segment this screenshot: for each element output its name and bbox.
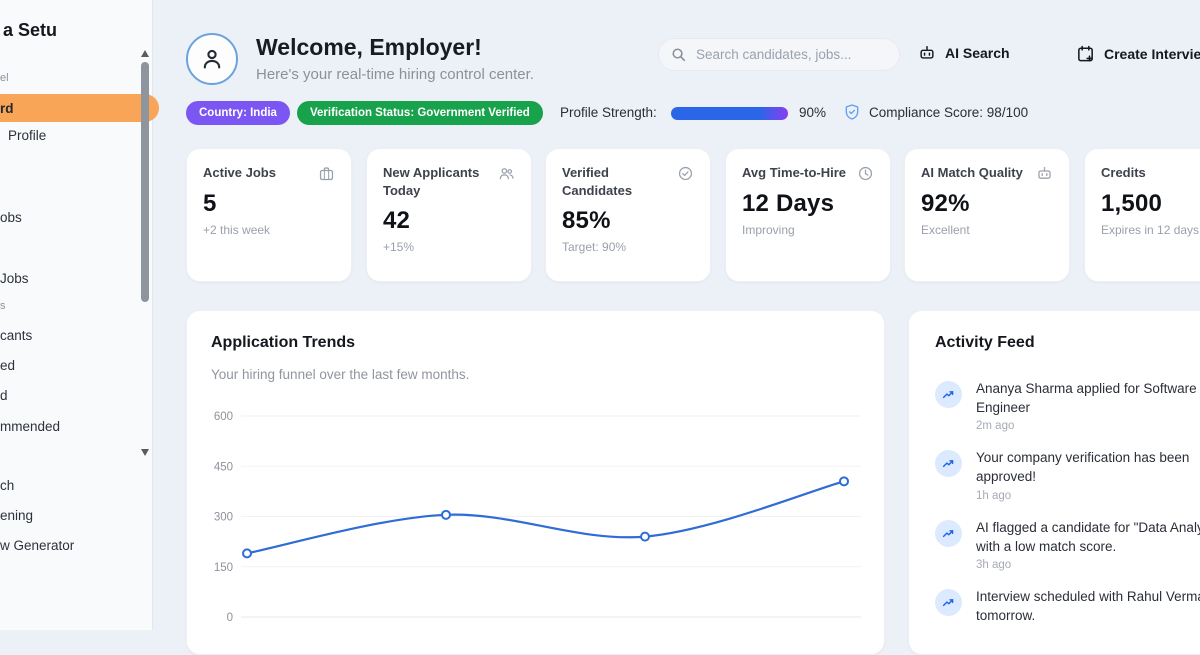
stat-card-new-applicants[interactable]: New Applicants Today 42 +15%: [366, 148, 532, 282]
sidebar-section-label: el: [0, 72, 9, 84]
trending-up-icon: [935, 589, 962, 616]
activity-item[interactable]: AI flagged a candidate for "Data Analyst…: [935, 518, 1200, 571]
sidebar-item[interactable]: w Generator: [0, 538, 74, 553]
create-interview-label: Create Interview: [1104, 46, 1200, 62]
activity-text: Your company verification has been appro…: [976, 448, 1200, 486]
trending-up-icon: [935, 381, 962, 408]
create-interview-button[interactable]: Create Interview: [1076, 44, 1200, 63]
person-icon: [199, 46, 225, 72]
users-icon: [498, 165, 515, 182]
stat-value: 5: [203, 190, 335, 218]
data-point[interactable]: [243, 549, 251, 557]
brand-title: a Setu: [3, 20, 57, 41]
sidebar-item[interactable]: Profile: [8, 128, 46, 143]
stat-value: 92%: [921, 190, 1053, 218]
robot-icon: [918, 44, 936, 62]
stat-card-ai-match-quality[interactable]: AI Match Quality 92% Excellent: [904, 148, 1070, 282]
sidebar-item[interactable]: obs: [0, 210, 22, 225]
y-axis-tick: 0: [227, 612, 233, 624]
data-point[interactable]: [641, 533, 649, 541]
activity-text: Interview scheduled with Rahul Verma for…: [976, 587, 1200, 625]
stat-title: Avg Time-to-Hire: [742, 164, 850, 182]
chart-subtitle: Your hiring funnel over the last few mon…: [211, 367, 469, 382]
sidebar-item[interactable]: cants: [0, 328, 32, 343]
activity-time: 2m ago: [976, 420, 1200, 432]
shield-check-icon: [843, 103, 861, 121]
search-input[interactable]: [694, 46, 878, 63]
stat-sub: Target: 90%: [562, 240, 694, 254]
stat-sub: Excellent: [921, 223, 1053, 237]
stat-card-avg-time-to-hire[interactable]: Avg Time-to-Hire 12 Days Improving: [725, 148, 891, 282]
stat-sub: Expires in 12 days: [1101, 223, 1200, 237]
stat-title: Verified Candidates: [562, 164, 677, 199]
briefcase-icon: [318, 165, 335, 182]
verification-badge: Verification Status: Government Verified: [297, 101, 543, 125]
trending-up-icon: [935, 520, 962, 547]
sidebar-item[interactable]: Jobs: [0, 271, 29, 286]
activity-feed-title: Activity Feed: [935, 334, 1200, 352]
sidebar-item[interactable]: mmended: [0, 419, 60, 434]
scroll-up-icon[interactable]: [141, 50, 149, 57]
compliance-score: Compliance Score: 98/100: [869, 105, 1028, 120]
trend-line: [247, 481, 844, 553]
stat-value: 12 Days: [742, 190, 874, 218]
application-trends-card: Application Trends Your hiring funnel ov…: [186, 310, 885, 655]
stat-title: Active Jobs: [203, 164, 280, 182]
scrollbar-thumb[interactable]: [141, 62, 149, 302]
trending-up-icon: [935, 450, 962, 477]
page-subtitle: Here's your real-time hiring control cen…: [256, 66, 534, 83]
activity-time: 3h ago: [976, 559, 1200, 571]
sidebar: a Setu el rd Profile obs Jobs s cants ed…: [0, 0, 153, 630]
sidebar-section-label: s: [0, 300, 6, 312]
sidebar-item[interactable]: ening: [0, 508, 33, 523]
stat-title: New Applicants Today: [383, 164, 498, 199]
y-axis-tick: 300: [214, 512, 233, 524]
stat-sub: +15%: [383, 240, 515, 254]
activity-time: 1h ago: [976, 490, 1200, 502]
activity-text: Ananya Sharma applied for Software Engin…: [976, 379, 1200, 417]
avatar[interactable]: [186, 33, 238, 85]
country-badge: Country: India: [186, 101, 290, 125]
activity-item[interactable]: Your company verification has been appro…: [935, 448, 1200, 501]
search-icon: [671, 47, 686, 62]
sidebar-item[interactable]: ch: [0, 478, 14, 493]
sidebar-item-active[interactable]: rd: [0, 94, 159, 122]
profile-strength-value: 90%: [799, 105, 826, 120]
stat-value: 1,500: [1101, 190, 1200, 218]
stat-sub: Improving: [742, 223, 874, 237]
clock-icon: [857, 165, 874, 182]
chart-title: Application Trends: [211, 334, 355, 352]
stat-value: 85%: [562, 207, 694, 235]
y-axis-tick: 450: [214, 461, 233, 473]
stat-card-verified-candidates[interactable]: Verified Candidates 85% Target: 90%: [545, 148, 711, 282]
activity-feed-card: Activity Feed Ananya Sharma applied for …: [908, 310, 1200, 655]
ai-search-button[interactable]: AI Search: [918, 44, 1010, 62]
calendar-plus-icon: [1076, 44, 1095, 63]
robot-icon: [1036, 165, 1053, 182]
trend-line-chart: 0 150 300 450 600: [187, 399, 877, 649]
profile-strength-label: Profile Strength:: [560, 105, 657, 120]
check-circle-icon: [677, 165, 694, 182]
ai-search-label: AI Search: [945, 45, 1010, 61]
scroll-down-icon[interactable]: [141, 449, 149, 456]
page-title: Welcome, Employer!: [256, 34, 482, 61]
data-point[interactable]: [442, 511, 450, 519]
activity-item[interactable]: Interview scheduled with Rahul Verma for…: [935, 587, 1200, 628]
data-point[interactable]: [840, 477, 848, 485]
activity-text: AI flagged a candidate for "Data Analyst…: [976, 518, 1200, 556]
stat-card-active-jobs[interactable]: Active Jobs 5 +2 this week: [186, 148, 352, 282]
stat-sub: +2 this week: [203, 223, 335, 237]
sidebar-item[interactable]: d: [0, 388, 8, 403]
y-axis-tick: 600: [214, 411, 233, 423]
stat-card-credits[interactable]: Credits 1,500 Expires in 12 days: [1084, 148, 1200, 282]
profile-strength-bar: [671, 107, 788, 120]
stat-title: AI Match Quality: [921, 164, 1027, 182]
sidebar-item[interactable]: ed: [0, 358, 15, 373]
search-bar[interactable]: [658, 38, 900, 71]
activity-item[interactable]: Ananya Sharma applied for Software Engin…: [935, 379, 1200, 432]
stat-value: 42: [383, 207, 515, 235]
stat-title: Credits: [1101, 164, 1150, 182]
y-axis-tick: 150: [214, 562, 233, 574]
